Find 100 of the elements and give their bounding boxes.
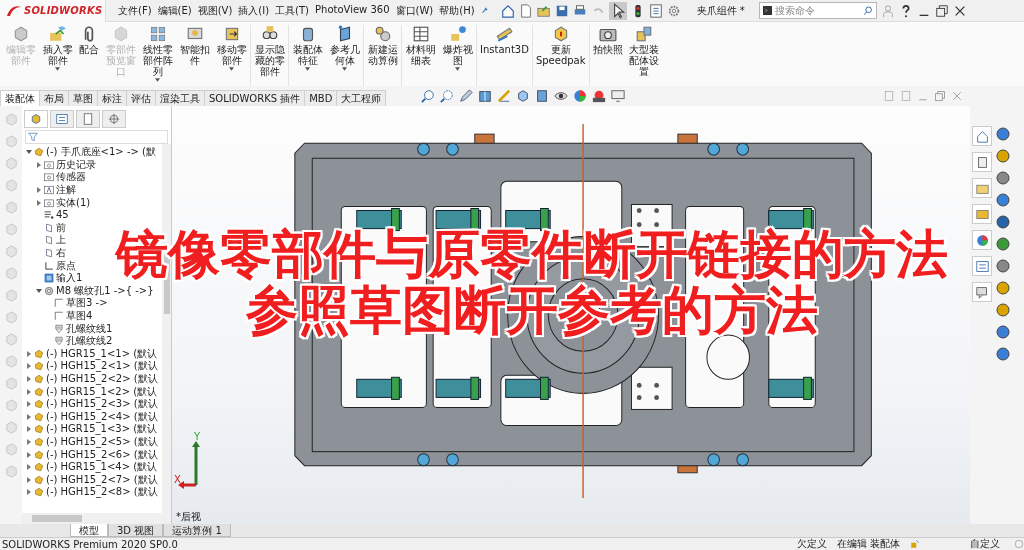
display-style-icon[interactable] — [535, 89, 550, 103]
library-pane-button[interactable] — [972, 152, 992, 172]
task-icon[interactable] — [995, 148, 1011, 164]
new-document-icon[interactable] — [518, 3, 533, 18]
model-view-tab[interactable]: 模型 — [70, 524, 108, 537]
dynamic-annotation-icon[interactable] — [497, 89, 512, 103]
task-icon[interactable] — [995, 302, 1011, 318]
menu-item[interactable]: 插入(I) — [238, 3, 270, 18]
caret-icon[interactable] — [229, 67, 234, 71]
tree-item-label[interactable]: 右 — [56, 247, 66, 260]
property-tab[interactable] — [50, 110, 74, 128]
task-icon[interactable] — [995, 236, 1011, 252]
tree-item-label[interactable]: (-) HGR15_1<4> (默认 — [46, 461, 158, 474]
home-pane-button[interactable] — [972, 126, 992, 146]
palette-pane-button[interactable] — [972, 204, 992, 224]
ribbon-tab[interactable]: 装配体 — [0, 90, 40, 106]
expanded-arrow-icon[interactable] — [36, 287, 42, 294]
tree-item-label[interactable]: (-) HGR15_1<1> (默认 — [46, 347, 158, 360]
tree-item-label[interactable]: 45 — [56, 209, 69, 222]
tree-item-label[interactable]: (-) HGH15_2<3> (默认 — [46, 398, 158, 411]
feature-tree-tab[interactable] — [24, 110, 48, 128]
task-icon[interactable] — [995, 258, 1011, 274]
tool-button[interactable]: 配合 — [76, 25, 102, 86]
appearance-pane-button[interactable] — [972, 230, 992, 250]
tree-item-label[interactable]: (-) HGR15_1<3> (默认 — [46, 423, 158, 436]
save-icon[interactable] — [554, 3, 569, 18]
open-folder-icon[interactable] — [536, 3, 551, 18]
caret-icon[interactable] — [55, 67, 60, 71]
appearance-icon[interactable] — [573, 89, 588, 103]
properties-pane-button[interactable] — [972, 256, 992, 276]
tree-item-label[interactable]: 孔螺纹线2 — [66, 335, 113, 348]
tree-item-label[interactable]: (-) HGR15_1<2> (默认 — [46, 385, 158, 398]
tree-item-label[interactable]: (-) HGH15_2<1> (默认 — [46, 360, 158, 373]
zoom-area-icon[interactable] — [440, 89, 455, 103]
tree-item-label[interactable]: 实体(1) — [56, 196, 91, 209]
horizontal-scrollbar[interactable] — [22, 513, 171, 524]
tree-item-label[interactable]: (-) HGH15_2<2> (默认 — [46, 373, 158, 385]
ribbon-tab[interactable]: 草图 — [68, 90, 98, 106]
tree-item-label[interactable]: 前 — [56, 221, 66, 234]
select-pointer-icon[interactable] — [608, 1, 627, 20]
task-icon[interactable] — [995, 126, 1011, 142]
tool-button[interactable]: 大型装配体设置 — [625, 25, 663, 86]
ribbon-tab[interactable]: 渲染工具 — [155, 90, 205, 106]
view-cube-icon[interactable] — [516, 89, 531, 103]
tree-item-label[interactable]: (-) HGH15_2<4> (默认 — [46, 410, 158, 423]
home-icon[interactable] — [500, 3, 515, 18]
tree-item-label[interactable]: 输入1 — [56, 272, 83, 285]
tree-item-label[interactable]: 注解 — [56, 184, 76, 197]
expanded-arrow-icon[interactable] — [26, 149, 32, 156]
task-icon[interactable] — [995, 214, 1011, 230]
tree-item-label[interactable]: 草图4 — [66, 310, 93, 322]
tree-item-label[interactable]: (-) HGH15_2<7> (默认 — [46, 473, 158, 486]
dimension-tab[interactable] — [102, 110, 126, 128]
ribbon-tab[interactable]: MBD — [304, 90, 338, 106]
tree-item-label[interactable]: 历史记录 — [56, 158, 96, 171]
menu-item[interactable]: PhotoView 360 — [315, 3, 390, 18]
model-view-tab[interactable]: 3D 视图 — [108, 524, 164, 537]
settings-icon[interactable] — [666, 3, 681, 18]
caret-icon[interactable] — [455, 67, 460, 71]
task-icon[interactable] — [995, 280, 1011, 296]
ribbon-tab[interactable]: 评估 — [126, 90, 156, 106]
tool-button[interactable]: 线性零部件阵列 — [139, 25, 176, 86]
menu-item[interactable]: 窗口(W) — [395, 3, 434, 18]
task-icon[interactable] — [995, 346, 1011, 362]
tree-item-label[interactable]: 孔螺纹线1 — [66, 322, 113, 335]
filter-field[interactable] — [25, 130, 168, 144]
menu-item[interactable]: 工具(T) — [275, 3, 310, 18]
restore-icon[interactable] — [934, 3, 949, 18]
caret-icon[interactable] — [342, 67, 347, 71]
ribbon-tab[interactable]: 布局 — [39, 90, 69, 106]
list-icon[interactable] — [648, 3, 663, 18]
tree-item-label[interactable]: M8 螺纹孔1 ->{ ->} — [56, 284, 154, 297]
explorer-pane-button[interactable] — [972, 178, 992, 198]
menu-item[interactable]: 视图(V) — [197, 3, 233, 18]
section-view-icon[interactable] — [478, 89, 493, 103]
window-tile-icon[interactable] — [900, 90, 912, 102]
tool-button[interactable]: 材料明细表 — [402, 25, 439, 86]
tree-item-label[interactable]: 传感器 — [56, 171, 86, 184]
caret-icon[interactable] — [155, 78, 160, 82]
tool-button[interactable]: 装配体特征 — [289, 25, 326, 86]
tool-button[interactable]: 插入零部件 — [39, 25, 76, 86]
search-icon[interactable] — [862, 5, 873, 16]
units-selector[interactable]: 自定义 — [970, 537, 1000, 550]
tree-item-label[interactable]: (-) HGH15_2<6> (默认 — [46, 448, 158, 461]
collapsed-arrow-icon[interactable] — [36, 161, 42, 168]
tool-button[interactable]: 拍快照 — [589, 25, 626, 86]
forum-pane-button[interactable] — [972, 282, 992, 302]
ribbon-tab[interactable]: 大工程师 — [336, 90, 387, 106]
ribbon-tab[interactable]: 标注 — [97, 90, 127, 106]
task-icon[interactable] — [995, 170, 1011, 186]
eye-icon[interactable] — [554, 89, 569, 103]
window-tile-icon[interactable] — [883, 90, 895, 102]
tool-button[interactable]: 智能扣件 — [176, 25, 213, 86]
menu-item[interactable]: 文件(F) — [118, 3, 152, 18]
search-field[interactable]: 搜索命令 — [774, 5, 860, 16]
menu-item[interactable]: 编辑(E) — [157, 3, 192, 18]
scene-icon[interactable] — [592, 89, 607, 103]
configuration-tab[interactable] — [76, 110, 100, 128]
monitor-icon[interactable] — [611, 89, 626, 103]
task-icon[interactable] — [995, 192, 1011, 208]
